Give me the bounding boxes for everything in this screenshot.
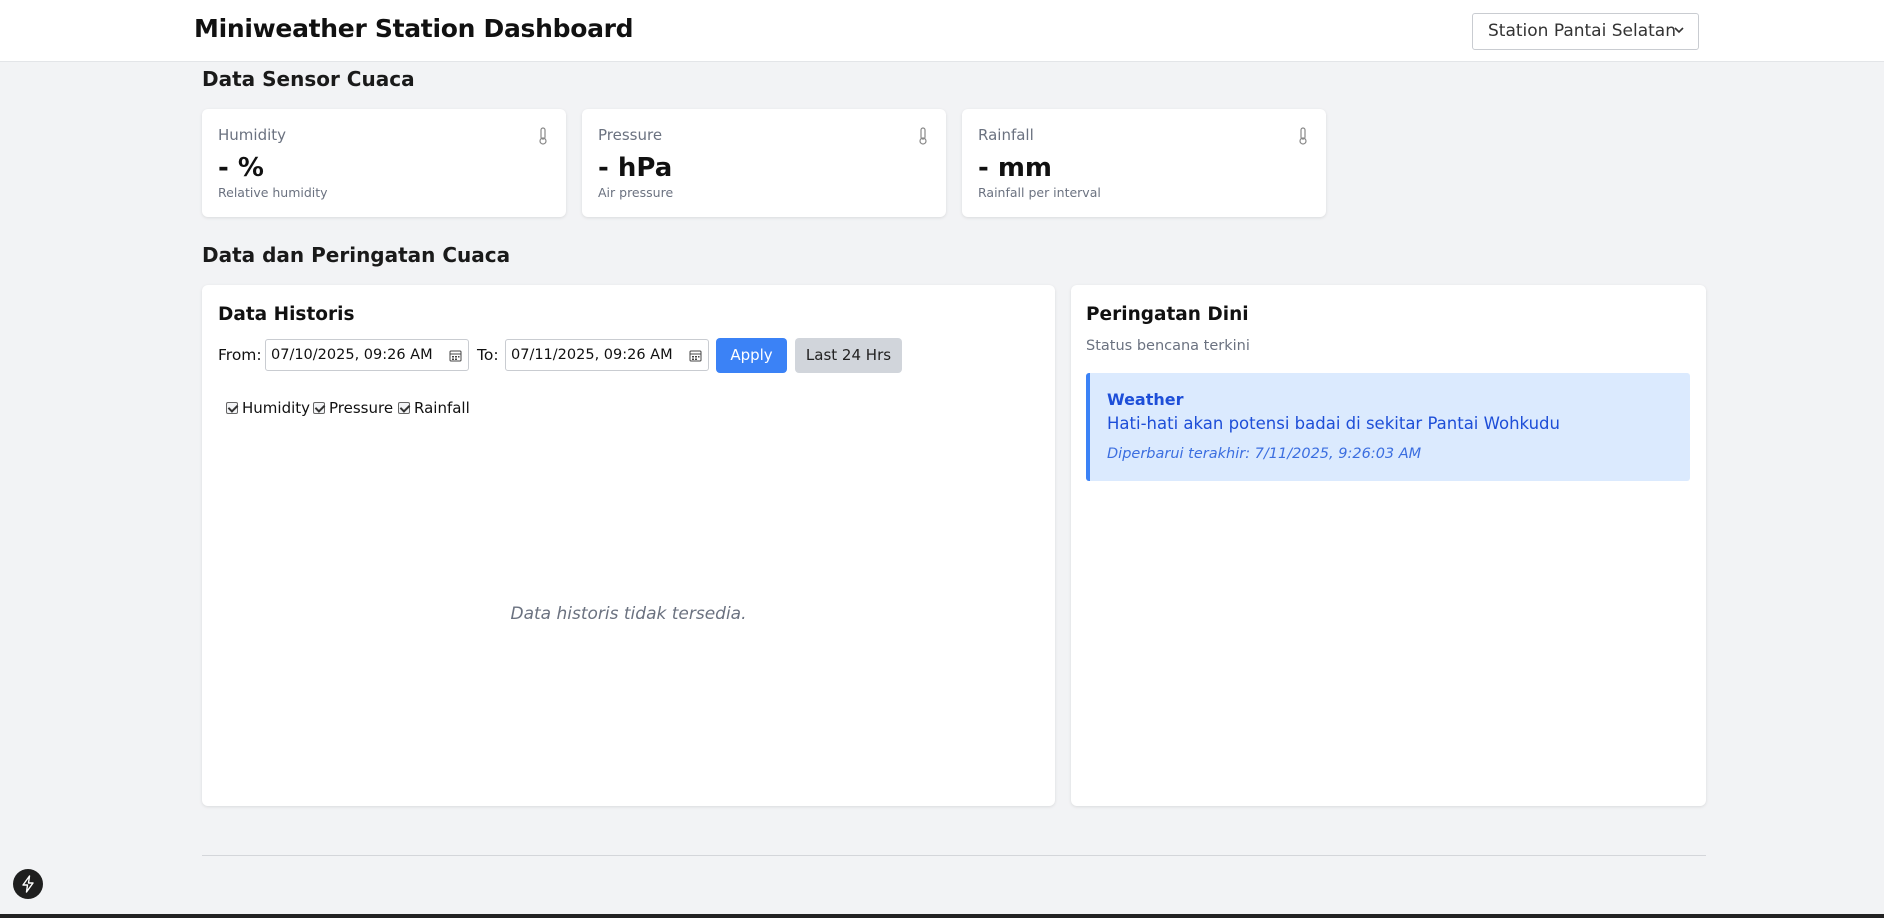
pressure-card: Pressure - hPa Air pressure xyxy=(582,109,946,217)
pressure-checkbox-label: Pressure xyxy=(329,399,394,417)
pressure-desc: Air pressure xyxy=(598,185,674,200)
warning-panel xyxy=(1071,285,1706,806)
sensor-section-title: Data Sensor Cuaca xyxy=(202,67,415,91)
humidity-checkbox[interactable]: Humidity xyxy=(226,399,310,417)
thermometer-icon xyxy=(1299,127,1307,145)
calendar-icon[interactable] xyxy=(689,349,702,362)
alert-message: Hati-hati akan potensi badai di sekitar … xyxy=(1107,414,1560,433)
humidity-card: Humidity - % Relative humidity xyxy=(202,109,566,217)
station-select-value: Station Pantai Selatan xyxy=(1488,21,1676,41)
rainfall-checkbox-label: Rainfall xyxy=(414,399,470,417)
bolt-button[interactable] xyxy=(13,869,43,899)
from-label: From: xyxy=(218,346,262,364)
checkbox-icon[interactable] xyxy=(313,402,325,414)
weather-section-title: Data dan Peringatan Cuaca xyxy=(202,243,511,267)
pressure-value: - hPa xyxy=(598,153,673,183)
bolt-icon xyxy=(22,875,34,893)
pressure-label: Pressure xyxy=(598,126,663,144)
app-title: Miniweather Station Dashboard xyxy=(194,14,634,43)
footer-divider xyxy=(202,855,1706,856)
thermometer-icon xyxy=(919,127,927,145)
humidity-value: - % xyxy=(218,153,264,183)
rainfall-card: Rainfall - mm Rainfall per interval xyxy=(962,109,1326,217)
apply-button[interactable]: Apply xyxy=(716,338,787,373)
alert-title: Weather xyxy=(1107,390,1184,409)
from-date-input[interactable]: 07/10/2025, 09:26 AM xyxy=(265,339,469,371)
rainfall-value: - mm xyxy=(978,153,1053,183)
rainfall-desc: Rainfall per interval xyxy=(978,185,1101,200)
to-date-value: 07/11/2025, 09:26 AM xyxy=(511,347,673,363)
weather-alert: Weather Hati-hati akan potensi badai di … xyxy=(1086,373,1690,481)
pressure-checkbox[interactable]: Pressure xyxy=(313,399,393,417)
thermometer-icon xyxy=(539,127,547,145)
humidity-checkbox-label: Humidity xyxy=(242,399,311,417)
humidity-desc: Relative humidity xyxy=(218,185,328,200)
station-select[interactable]: Station Pantai Selatan xyxy=(1472,13,1699,50)
rainfall-checkbox[interactable]: Rainfall xyxy=(398,399,470,417)
calendar-icon[interactable] xyxy=(449,349,462,362)
warning-subtitle: Status bencana terkini xyxy=(1086,338,1250,354)
to-date-input[interactable]: 07/11/2025, 09:26 AM xyxy=(505,339,709,371)
last-24-hrs-button[interactable]: Last 24 Hrs xyxy=(795,338,902,373)
history-title: Data Historis xyxy=(218,304,355,325)
alert-updated-time: Diperbarui terakhir: 7/11/2025, 9:26:03 … xyxy=(1107,446,1422,462)
to-label: To: xyxy=(477,346,499,364)
history-empty-message: Data historis tidak tersedia. xyxy=(510,604,747,624)
from-date-value: 07/10/2025, 09:26 AM xyxy=(271,347,433,363)
rainfall-label: Rainfall xyxy=(978,126,1034,144)
checkbox-icon[interactable] xyxy=(226,402,238,414)
humidity-label: Humidity xyxy=(218,126,287,144)
warning-title: Peringatan Dini xyxy=(1086,304,1249,325)
bottom-edge-bar xyxy=(0,914,1884,918)
checkbox-icon[interactable] xyxy=(398,402,410,414)
top-header: Miniweather Station Dashboard Station Pa… xyxy=(0,0,1884,62)
chevron-down-icon xyxy=(1674,27,1684,34)
